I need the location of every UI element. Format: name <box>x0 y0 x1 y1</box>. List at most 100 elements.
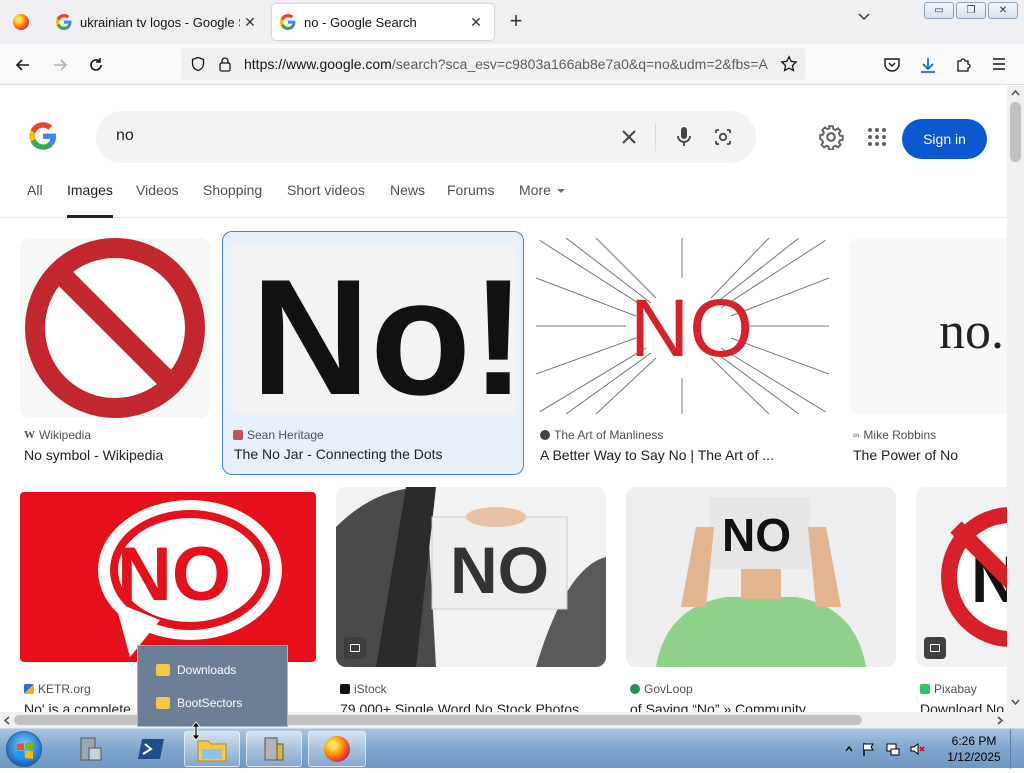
result-image-pixabay[interactable]: N <box>916 487 1007 667</box>
show-hidden-icons-caret-icon[interactable] <box>845 745 853 753</box>
taskbar-firefox[interactable] <box>308 731 366 767</box>
system-tray <box>845 729 925 769</box>
result-title[interactable]: of Saying “No” » Community ... <box>630 701 896 712</box>
result-source[interactable]: KETR.org <box>24 682 91 696</box>
result-image-power-of-no[interactable]: no. <box>849 238 1007 414</box>
tab-more[interactable]: More <box>519 182 565 218</box>
image-result[interactable]: NO GovLoop of Saying “No” » Community ..… <box>626 487 896 712</box>
source-name: Sean Heritage <box>247 428 324 442</box>
volume-muted-icon[interactable] <box>909 741 925 757</box>
clock-time: 6:26 PM <box>951 734 997 748</box>
scroll-right-arrow-icon[interactable] <box>996 716 1004 725</box>
navigation-toolbar: https://www.google.com/search?sca_esv=c9… <box>0 44 1024 85</box>
result-source[interactable]: W Wikipedia <box>24 428 91 442</box>
result-source[interactable]: Pixabay <box>920 682 977 696</box>
result-image-istock[interactable]: NO <box>336 487 606 667</box>
taskbar-windows-server-tool[interactable] <box>246 731 302 767</box>
show-desktop-button[interactable] <box>1010 729 1024 769</box>
tab-news[interactable]: News <box>390 182 425 218</box>
result-source[interactable]: GovLoop <box>630 682 693 696</box>
image-result[interactable]: N Pixabay Download No. <box>916 487 1007 712</box>
result-source[interactable]: iStock <box>340 682 387 696</box>
vertical-scrollbar[interactable] <box>1007 86 1024 712</box>
url-text[interactable]: https://www.google.com/search?sca_esv=c9… <box>244 56 774 72</box>
result-source[interactable]: ∞ Mike Robbins <box>853 428 936 442</box>
result-title[interactable]: A Better Way to Say No | The Art of ... <box>540 447 830 463</box>
firefox-menu-button[interactable] <box>0 0 42 44</box>
jump-list-item-downloads[interactable]: Downloads <box>156 659 286 681</box>
bookmark-star-icon[interactable] <box>780 55 798 73</box>
govloop-favicon-icon <box>630 684 640 694</box>
result-image-ketr[interactable]: NO <box>20 492 316 662</box>
tab-title: ukrainian tv logos - Google Sea <box>80 14 240 30</box>
clear-search-icon[interactable] <box>616 124 642 150</box>
result-image-no-jar[interactable]: No! <box>231 244 517 414</box>
tab-all[interactable]: All <box>27 182 43 218</box>
istock-favicon-icon <box>340 684 350 694</box>
scroll-up-arrow-icon[interactable] <box>1011 89 1020 97</box>
lock-icon[interactable] <box>218 56 232 72</box>
minimize-button[interactable]: ▭ <box>924 2 954 19</box>
clock[interactable]: 6:26 PM 1/12/2025 <box>946 733 1002 765</box>
vertical-scroll-thumb[interactable] <box>1010 102 1021 162</box>
close-tab-icon[interactable]: ✕ <box>240 14 260 31</box>
voice-search-mic-icon[interactable] <box>671 124 697 150</box>
result-title[interactable]: 79,000+ Single Word No Stock Photos... <box>340 701 606 712</box>
mike-robbins-favicon-icon: ∞ <box>853 430 860 440</box>
hamburger-menu-icon[interactable] <box>991 56 1007 72</box>
tab-images[interactable]: Images <box>67 182 113 218</box>
result-title[interactable]: The No Jar - Connecting the Dots <box>234 446 519 462</box>
image-result[interactable]: NO The Art of Manliness A Better Way to … <box>536 238 830 463</box>
close-window-button[interactable]: ✕ <box>988 2 1018 19</box>
no-graphic-text: NO <box>630 283 753 374</box>
image-result[interactable]: no. ∞ Mike Robbins The Power of No <box>849 238 1007 463</box>
close-tab-icon[interactable]: ✕ <box>466 14 486 31</box>
forward-button[interactable] <box>45 50 75 80</box>
taskbar-powershell[interactable] <box>122 731 182 767</box>
back-arrow-icon <box>15 59 29 71</box>
result-title[interactable]: No symbol - Wikipedia <box>24 447 210 463</box>
result-title[interactable]: The Power of No <box>853 447 1007 463</box>
search-input[interactable]: no <box>116 127 134 145</box>
settings-gear-icon[interactable] <box>818 124 844 150</box>
result-source[interactable]: The Art of Manliness <box>540 428 663 442</box>
downloads-icon[interactable] <box>918 55 938 75</box>
result-title[interactable]: Download No. <box>920 701 1007 712</box>
tab-no-google-search[interactable]: no - Google Search ✕ <box>272 4 494 40</box>
list-all-tabs-chevron-icon[interactable] <box>852 10 876 34</box>
reload-button[interactable] <box>81 50 111 80</box>
result-image-no-symbol[interactable] <box>20 238 210 418</box>
scroll-left-arrow-icon[interactable] <box>3 716 11 725</box>
result-source[interactable]: Sean Heritage <box>233 428 324 442</box>
restore-button[interactable]: ❐ <box>956 2 986 19</box>
sign-in-button[interactable]: Sign in <box>902 119 987 159</box>
address-bar[interactable]: https://www.google.com/search?sca_esv=c9… <box>182 48 806 80</box>
tab-short-videos[interactable]: Short videos <box>287 182 365 218</box>
result-image-art-of-manliness[interactable]: NO <box>536 238 829 414</box>
tab-videos[interactable]: Videos <box>136 182 179 218</box>
tracking-protection-shield-icon[interactable] <box>190 56 206 72</box>
taskbar-server-manager[interactable] <box>60 731 120 767</box>
tab-bar: ukrainian tv logos - Google Sea ✕ no - G… <box>0 0 1024 44</box>
image-result[interactable]: NO iStock 79,000+ Single Word No Stock P… <box>336 487 606 712</box>
scroll-down-arrow-icon[interactable] <box>1011 698 1020 706</box>
google-lens-camera-icon[interactable] <box>710 124 736 150</box>
tab-shopping[interactable]: Shopping <box>203 182 262 218</box>
back-button[interactable] <box>8 50 38 80</box>
network-icon[interactable] <box>885 741 901 757</box>
tab-forums[interactable]: Forums <box>447 182 494 218</box>
new-tab-button[interactable]: + <box>502 8 530 36</box>
source-name: Pixabay <box>934 682 977 696</box>
image-result[interactable]: W Wikipedia No symbol - Wikipedia <box>20 238 212 463</box>
google-logo-icon[interactable] <box>28 121 58 151</box>
google-apps-grid-icon[interactable] <box>866 126 888 148</box>
jump-list-item-bootsectors[interactable]: BootSectors <box>156 692 286 714</box>
tab-ukrainian-tv-logos[interactable]: ukrainian tv logos - Google Sea ✕ <box>48 4 268 40</box>
extensions-puzzle-icon[interactable] <box>955 55 973 73</box>
action-center-flag-icon[interactable] <box>861 741 877 757</box>
image-result-selected[interactable]: No! Sean Heritage The No Jar - Connectin… <box>222 231 524 475</box>
result-image-govloop[interactable]: NO <box>626 487 896 667</box>
pocket-icon[interactable] <box>883 56 901 74</box>
search-box[interactable]: no <box>96 111 756 163</box>
start-button-windows-icon[interactable] <box>6 731 42 767</box>
